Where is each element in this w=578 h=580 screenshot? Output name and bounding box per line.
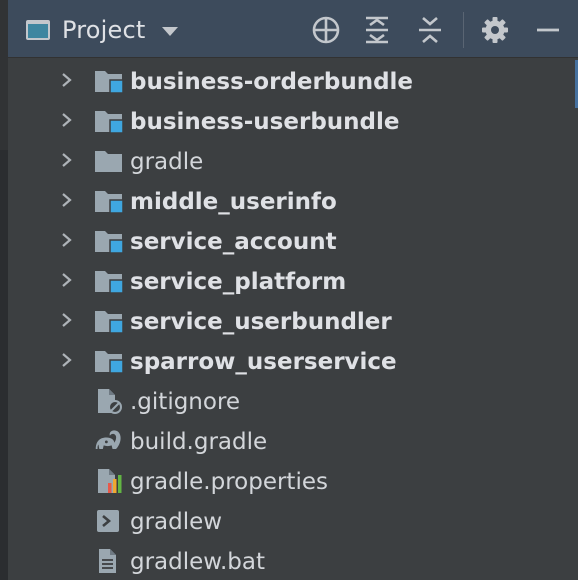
chevron-right-icon[interactable]: [60, 192, 74, 208]
tree-item[interactable]: gradlew: [8, 500, 578, 540]
tree-item-label: service_userbundler: [130, 309, 392, 335]
module-folder-icon: [94, 228, 124, 254]
module-folder-icon: [94, 268, 124, 294]
chevron-right-icon[interactable]: [60, 272, 74, 288]
tree-item-label: gradle: [130, 149, 204, 175]
view-selector[interactable]: Project: [26, 14, 178, 46]
tree-item-label: .gitignore: [130, 389, 241, 415]
chevron-right-icon[interactable]: [60, 232, 74, 248]
toolbar-separator: [463, 12, 464, 48]
tree-item-label: build.gradle: [130, 429, 268, 455]
tree-item-label: sparrow_userservice: [130, 349, 397, 375]
module-folder-icon: [94, 348, 124, 374]
select-opened-file-icon: [312, 16, 340, 44]
chevron-right-icon[interactable]: [60, 72, 74, 88]
chevron-right-icon[interactable]: [60, 352, 74, 368]
tree-item[interactable]: business-userbundle: [8, 100, 578, 140]
tree-item[interactable]: gradle: [8, 140, 578, 180]
left-gutter-highlight: [0, 0, 8, 150]
gitignore-file-icon: [94, 388, 124, 414]
tool-window-header: Project: [8, 0, 578, 58]
tree-item[interactable]: middle_userinfo: [8, 180, 578, 220]
panel-title: Project: [62, 16, 146, 44]
minimize-button[interactable]: [532, 14, 564, 46]
module-folder-icon: [94, 108, 124, 134]
tree-item[interactable]: build.gradle: [8, 420, 578, 460]
chevron-right-icon[interactable]: [60, 112, 74, 128]
tree-item[interactable]: gradlew.bat: [8, 540, 578, 580]
tree-item-label: gradlew: [130, 509, 223, 535]
chevron-right-icon[interactable]: [60, 152, 74, 168]
collapse-all-icon: [419, 17, 441, 43]
gradle-elephant-icon: [94, 428, 124, 454]
project-tool-window: Project business-orderbundle business-us…: [0, 0, 578, 580]
tree-item[interactable]: sparrow_userservice: [8, 340, 578, 380]
tree-item-label: business-orderbundle: [130, 69, 414, 95]
chevron-right-icon[interactable]: [60, 312, 74, 328]
module-folder-icon: [94, 188, 124, 214]
project-tree: business-orderbundle business-userbundle…: [8, 60, 578, 580]
tree-item-label: business-userbundle: [130, 109, 400, 135]
tree-item-label: service_platform: [130, 269, 347, 295]
properties-file-icon: [94, 468, 124, 494]
module-folder-icon: [94, 68, 124, 94]
expand-all-icon: [366, 16, 388, 44]
text-file-icon: [94, 548, 124, 574]
expand-all-button[interactable]: [361, 14, 393, 46]
tree-item[interactable]: business-orderbundle: [8, 60, 578, 100]
tree-item-label: middle_userinfo: [130, 189, 337, 215]
tree-item[interactable]: .gitignore: [8, 380, 578, 420]
module-folder-icon: [94, 308, 124, 334]
minimize-icon: [537, 28, 559, 32]
gear-icon: [482, 17, 508, 43]
tree-item-label: gradlew.bat: [130, 549, 266, 575]
project-window-icon: [26, 20, 50, 40]
shell-script-icon: [94, 508, 124, 534]
tree-item[interactable]: service_userbundler: [8, 300, 578, 340]
settings-button[interactable]: [479, 14, 511, 46]
collapse-all-button[interactable]: [414, 14, 446, 46]
left-gutter: [0, 0, 8, 580]
tree-item[interactable]: service_platform: [8, 260, 578, 300]
folder-icon: [94, 148, 124, 174]
caret-down-icon[interactable]: [161, 26, 178, 36]
tree-item[interactable]: service_account: [8, 220, 578, 260]
tree-item-label: gradle.properties: [130, 469, 328, 495]
tree-item[interactable]: gradle.properties: [8, 460, 578, 500]
select-opened-file-button[interactable]: [310, 14, 342, 46]
tree-item-label: service_account: [130, 229, 337, 255]
